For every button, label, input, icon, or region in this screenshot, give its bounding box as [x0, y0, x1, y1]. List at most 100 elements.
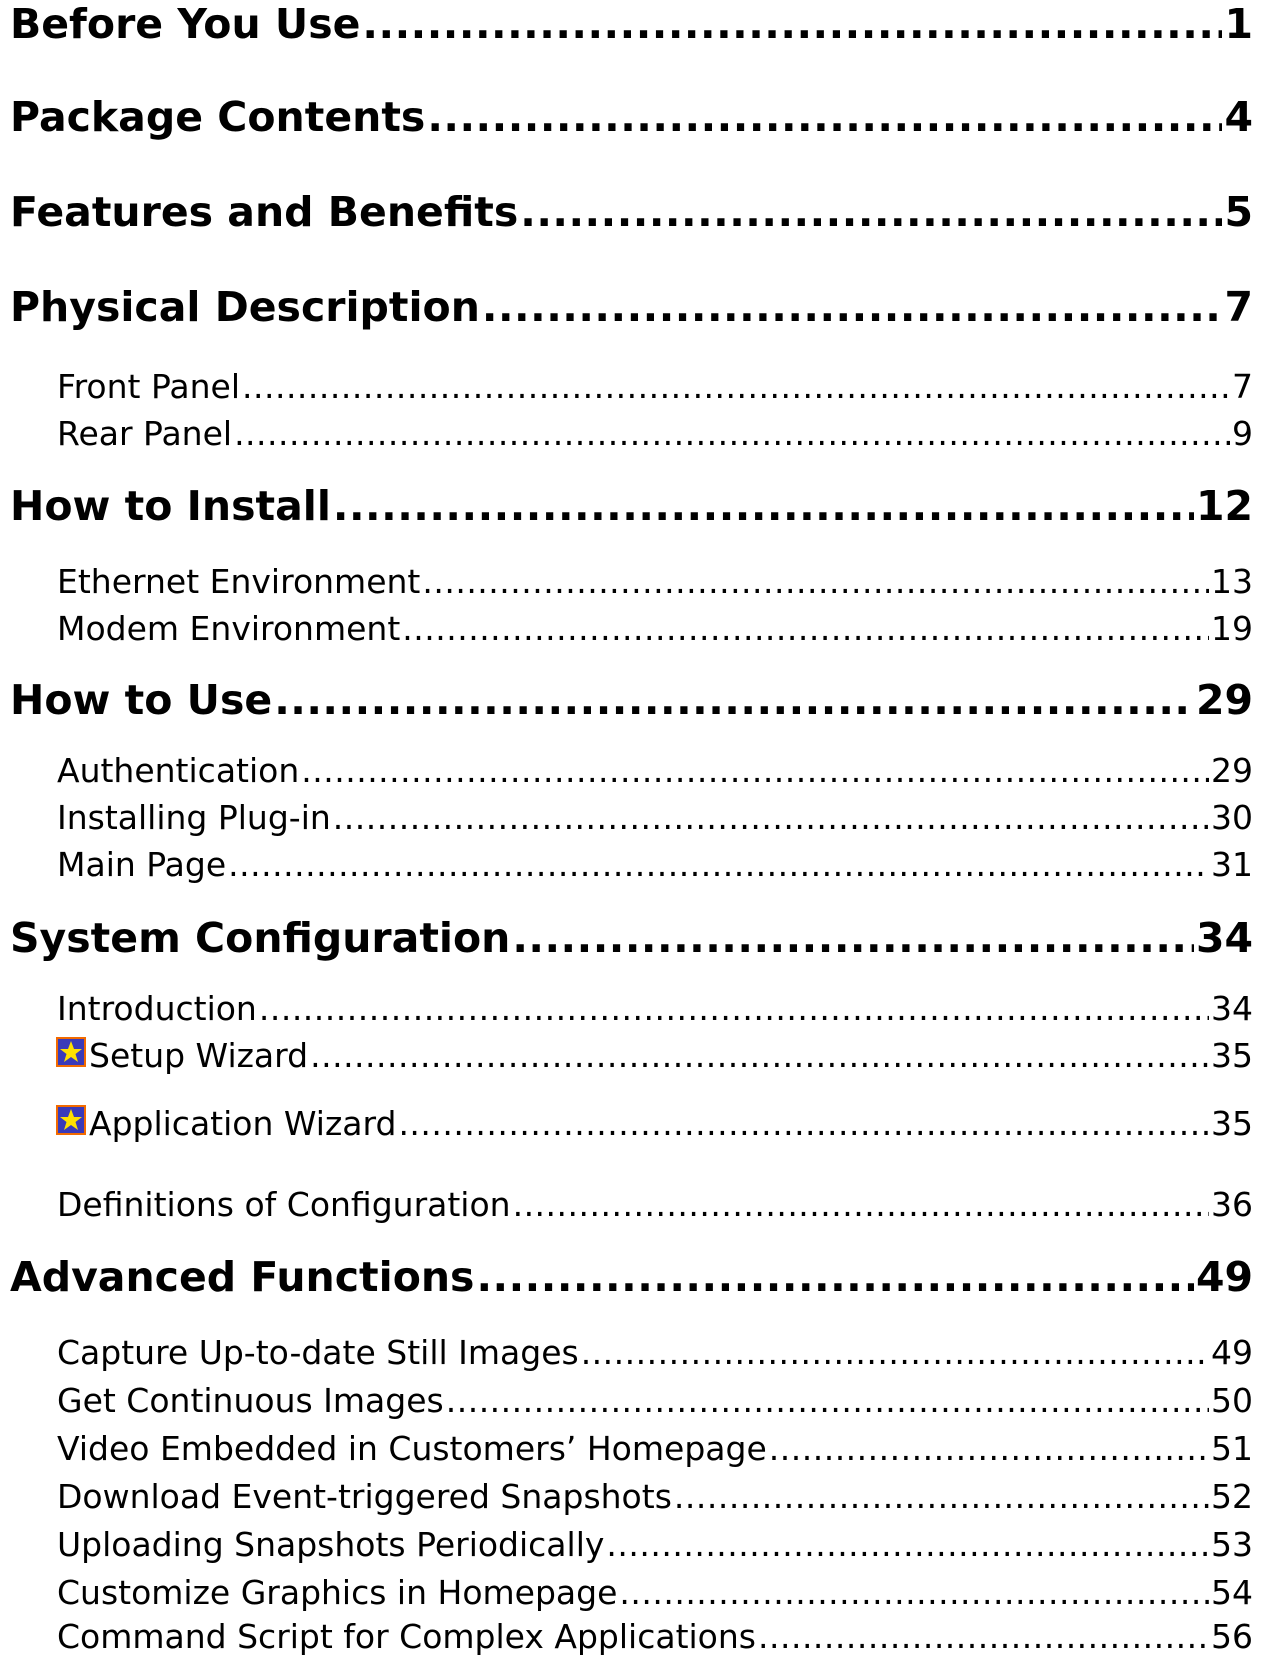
toc-entry-title: Command Script for Complex Applications — [57, 1617, 756, 1656]
toc-entry-customize-graphics[interactable]: Customize Graphics in Homepage 54 — [57, 1573, 1253, 1612]
toc-entry-download-snapshots[interactable]: Download Event-triggered Snapshots 52 — [57, 1477, 1253, 1516]
dot-leader — [333, 798, 1209, 837]
toc-entry-setup-wizard[interactable]: Setup Wizard 35 — [56, 1036, 1253, 1075]
toc-entry-physical-description[interactable]: Physical Description 7 — [10, 283, 1253, 331]
toc-entry-page: 29 — [1211, 751, 1253, 790]
toc-entry-rear-panel[interactable]: Rear Panel 9 — [57, 414, 1253, 453]
toc-entry-page: 4 — [1224, 93, 1253, 141]
toc-entry-page: 1 — [1224, 0, 1253, 48]
dot-leader — [274, 676, 1194, 724]
dot-leader — [362, 0, 1222, 48]
toc-entry-installing-plug-in[interactable]: Installing Plug-in 30 — [57, 798, 1253, 837]
toc-entry-title: Definitions of Configuration — [57, 1185, 511, 1224]
toc-entry-title: Ethernet Environment — [57, 562, 421, 601]
dot-leader — [234, 414, 1230, 453]
toc-entry-modem-environment[interactable]: Modem Environment 19 — [57, 609, 1253, 648]
toc-entry-title: Installing Plug-in — [57, 798, 331, 837]
toc-entry-video-embedded[interactable]: Video Embedded in Customers’ Homepage 51 — [57, 1429, 1253, 1468]
wizard-star-icon — [56, 1036, 86, 1067]
toc-entry-uploading-snapshots[interactable]: Uploading Snapshots Periodically 53 — [57, 1525, 1253, 1564]
dot-leader — [259, 989, 1209, 1028]
dot-leader — [228, 845, 1209, 884]
toc-entry-ethernet-environment[interactable]: Ethernet Environment 13 — [57, 562, 1253, 601]
dot-leader — [520, 188, 1222, 236]
toc-entry-title: Video Embedded in Customers’ Homepage — [57, 1429, 767, 1468]
dot-leader — [482, 283, 1223, 331]
toc-entry-title: Get Continuous Images — [57, 1381, 444, 1420]
toc-entry-introduction[interactable]: Introduction 34 — [57, 989, 1253, 1028]
toc-entry-title: Modem Environment — [57, 609, 401, 648]
toc-entry-title: Package Contents — [10, 93, 426, 141]
toc-entry-page: 56 — [1211, 1617, 1253, 1656]
toc-entry-advanced-functions[interactable]: Advanced Functions 49 — [10, 1253, 1253, 1301]
toc-entry-definitions-of-configuration[interactable]: Definitions of Configuration 36 — [57, 1185, 1253, 1224]
toc-entry-page: 19 — [1211, 609, 1253, 648]
toc-entry-front-panel[interactable]: Front Panel 7 — [57, 367, 1253, 406]
dot-leader — [398, 1104, 1209, 1143]
toc-entry-how-to-use[interactable]: How to Use 29 — [10, 676, 1253, 724]
toc-entry-page: 54 — [1211, 1573, 1253, 1612]
dot-leader — [674, 1477, 1209, 1516]
dot-leader — [310, 1036, 1209, 1075]
toc-entry-capture-still-images[interactable]: Capture Up-to-date Still Images 49 — [57, 1333, 1253, 1372]
toc-entry-authentication[interactable]: Authentication 29 — [57, 751, 1253, 790]
toc-entry-title: Capture Up-to-date Still Images — [57, 1333, 579, 1372]
toc-entry-application-wizard[interactable]: Application Wizard 35 — [56, 1104, 1253, 1143]
toc-entry-page: 53 — [1211, 1525, 1253, 1564]
toc-entry-page: 36 — [1211, 1185, 1253, 1224]
toc-entry-get-continuous-images[interactable]: Get Continuous Images 50 — [57, 1381, 1253, 1420]
dot-leader — [512, 914, 1194, 962]
toc-entry-title: Advanced Functions — [10, 1253, 475, 1301]
toc-entry-page: 29 — [1195, 676, 1253, 724]
toc-entry-title: Setup Wizard — [89, 1036, 309, 1075]
dot-leader — [758, 1617, 1209, 1656]
toc-entry-page: 5 — [1224, 188, 1253, 236]
toc-entry-title: Before You Use — [10, 0, 361, 48]
dot-leader — [402, 609, 1209, 648]
dot-leader — [301, 751, 1209, 790]
toc-entry-title: Main Page — [57, 845, 227, 884]
toc-entry-page: 30 — [1211, 798, 1253, 837]
toc-entry-title: Uploading Snapshots Periodically — [57, 1525, 605, 1564]
toc-entry-main-page[interactable]: Main Page 31 — [57, 845, 1253, 884]
toc-entry-page: 49 — [1211, 1333, 1253, 1372]
toc-entry-features-and-benefits[interactable]: Features and Benefits 5 — [10, 188, 1253, 236]
toc-entry-system-configuration[interactable]: System Configuration 34 — [10, 914, 1253, 962]
toc-entry-title: Customize Graphics in Homepage — [57, 1573, 618, 1612]
toc-entry-page: 35 — [1211, 1036, 1253, 1075]
toc-entry-title: Authentication — [57, 751, 300, 790]
dot-leader — [513, 1185, 1209, 1224]
dot-leader — [581, 1333, 1209, 1372]
dot-leader — [422, 562, 1209, 601]
dot-leader — [476, 1253, 1193, 1301]
toc-entry-page: 49 — [1195, 1253, 1253, 1301]
toc-entry-title: Rear Panel — [57, 414, 233, 453]
dot-leader — [446, 1381, 1209, 1420]
toc-entry-page: 7 — [1224, 283, 1253, 331]
dot-leader — [769, 1429, 1209, 1468]
toc-entry-package-contents[interactable]: Package Contents 4 — [10, 93, 1253, 141]
toc-entry-page: 7 — [1232, 367, 1253, 406]
toc-entry-title: Front Panel — [57, 367, 240, 406]
toc-entry-title: Introduction — [57, 989, 257, 1028]
toc-entry-title: Download Event-triggered Snapshots — [57, 1477, 672, 1516]
toc-entry-before-you-use[interactable]: Before You Use 1 — [10, 0, 1253, 48]
toc-entry-title: Application Wizard — [89, 1104, 397, 1143]
toc-entry-page: 31 — [1211, 845, 1253, 884]
toc-entry-title: Physical Description — [10, 283, 480, 331]
wizard-star-icon — [56, 1104, 86, 1135]
dot-leader — [619, 1573, 1209, 1612]
dot-leader — [606, 1525, 1209, 1564]
toc-entry-page: 34 — [1195, 914, 1253, 962]
toc-entry-page: 50 — [1211, 1381, 1253, 1420]
dot-leader — [333, 482, 1194, 530]
toc-entry-page: 34 — [1211, 989, 1253, 1028]
toc-entry-title: Features and Benefits — [10, 188, 519, 236]
toc-entry-page: 52 — [1211, 1477, 1253, 1516]
dot-leader — [242, 367, 1230, 406]
toc-entry-page: 35 — [1211, 1104, 1253, 1143]
toc-entry-command-script[interactable]: Command Script for Complex Applications … — [57, 1617, 1253, 1656]
toc-entry-title: How to Install — [10, 482, 331, 530]
toc-entry-how-to-install[interactable]: How to Install 12 — [10, 482, 1253, 530]
toc-entry-page: 12 — [1195, 482, 1253, 530]
